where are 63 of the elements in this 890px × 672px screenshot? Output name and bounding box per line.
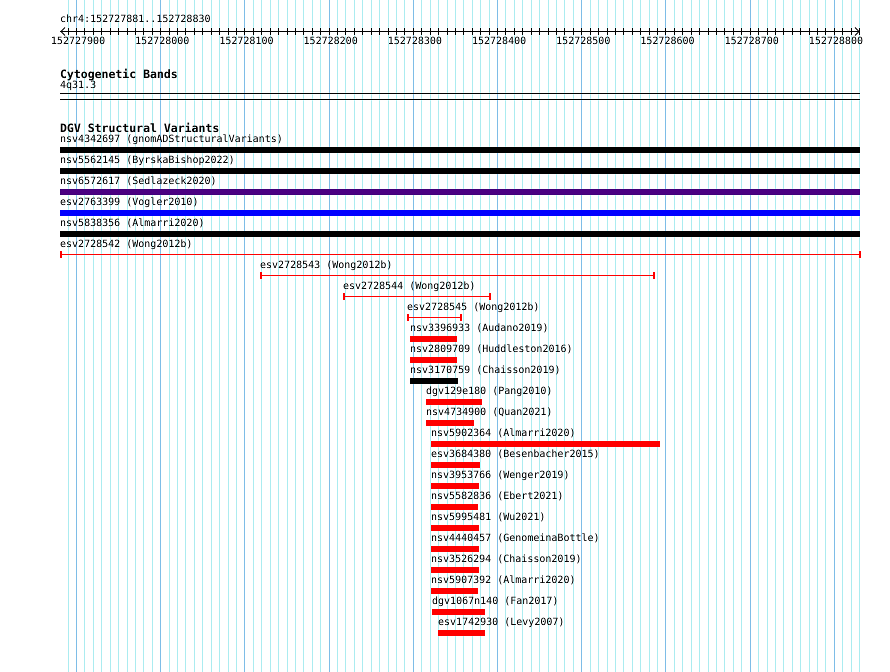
variant-bar[interactable] xyxy=(431,462,480,468)
variant-bar[interactable] xyxy=(60,231,860,237)
variant-label: nsv5902364 (Almarri2020) xyxy=(431,428,576,440)
variant-range[interactable] xyxy=(60,251,861,258)
variant-label: esv2728544 (Wong2012b) xyxy=(343,281,476,293)
variant-label: nsv3526294 (Chaisson2019) xyxy=(431,554,582,566)
tick-label: 152728600 xyxy=(640,36,695,48)
location-label: chr4:152727881..152728830 xyxy=(60,14,211,25)
variant-bar[interactable] xyxy=(410,336,457,342)
tick-label: 152728800 xyxy=(808,36,863,48)
track-title: DGV Structural Variants xyxy=(60,121,220,135)
tick-label: 152728400 xyxy=(472,36,526,48)
variant-range[interactable] xyxy=(407,314,462,321)
variant-label: nsv4342697 (gnomADStructuralVariants) xyxy=(60,134,283,146)
track-title: Cytogenetic Bands xyxy=(60,67,178,81)
variant-label: esv2728545 (Wong2012b) xyxy=(407,302,540,314)
variant-label: nsv5995481 (Wu2021) xyxy=(431,512,546,524)
variant-label: nsv3170759 (Chaisson2019) xyxy=(410,365,561,377)
variant-bar[interactable] xyxy=(432,609,485,615)
variant-bar[interactable] xyxy=(60,168,860,174)
variant-bar[interactable] xyxy=(431,546,479,552)
variant-label: nsv5582836 (Ebert2021) xyxy=(431,491,564,503)
variant-label: nsv5562145 (ByrskaBishop2022) xyxy=(60,155,235,167)
variant-bar[interactable] xyxy=(431,567,479,573)
variant-label: esv2728542 (Wong2012b) xyxy=(60,239,192,251)
variant-label: nsv6572617 (Sedlazeck2020) xyxy=(60,176,217,188)
variant-bar[interactable] xyxy=(60,147,860,153)
variant-bar[interactable] xyxy=(410,357,457,363)
variant-bar[interactable] xyxy=(431,525,479,531)
tick-label: 152727900 xyxy=(50,36,106,48)
tick-label: 152728300 xyxy=(388,36,442,48)
variant-label: nsv3953766 (Wenger2019) xyxy=(431,470,570,482)
variant-label: dgv129e180 (Pang2010) xyxy=(426,386,552,398)
variant-bar[interactable] xyxy=(438,630,485,636)
tick-label: 152728700 xyxy=(724,36,779,48)
variant-range[interactable] xyxy=(343,293,491,300)
tick-label: 152728100 xyxy=(219,36,274,48)
variant-bar[interactable] xyxy=(431,588,478,594)
variant-label: nsv3396933 (Audano2019) xyxy=(410,323,548,335)
variant-label: nsv5907392 (Almarri2020) xyxy=(431,575,576,587)
variant-label: esv1742930 (Levy2007) xyxy=(438,617,564,629)
variant-bar[interactable] xyxy=(60,210,860,216)
variant-bar[interactable] xyxy=(410,378,458,384)
variant-label: esv2728543 (Wong2012b) xyxy=(260,260,392,272)
variant-bar[interactable] xyxy=(426,399,482,405)
variant-bar[interactable] xyxy=(426,420,474,426)
variant-label: esv3684380 (Besenbacher2015) xyxy=(431,449,600,461)
band-label: 4q31.3 xyxy=(60,80,96,91)
tick-label: 152728000 xyxy=(135,36,190,48)
variant-label: nsv4440457 (GenomeinaBottle) xyxy=(431,533,600,545)
cytoband-bar[interactable] xyxy=(60,93,860,100)
variant-label: nsv5838356 (Almarri2020) xyxy=(60,218,204,230)
variant-label: nsv2809709 (Huddleston2016) xyxy=(410,344,573,356)
variant-label: esv2763399 (Vogler2010) xyxy=(60,197,198,209)
variant-bar[interactable] xyxy=(431,504,478,510)
tick-label: 152728200 xyxy=(304,36,358,48)
variant-label: dgv1067n140 (Fan2017) xyxy=(432,596,558,608)
variant-bar[interactable] xyxy=(60,189,860,195)
tick-label: 152728500 xyxy=(556,36,610,48)
variant-label: nsv4734900 (Quan2021) xyxy=(426,407,552,419)
variant-bar[interactable] xyxy=(431,483,479,489)
variant-bar[interactable] xyxy=(431,441,660,447)
variant-range[interactable] xyxy=(260,272,655,279)
